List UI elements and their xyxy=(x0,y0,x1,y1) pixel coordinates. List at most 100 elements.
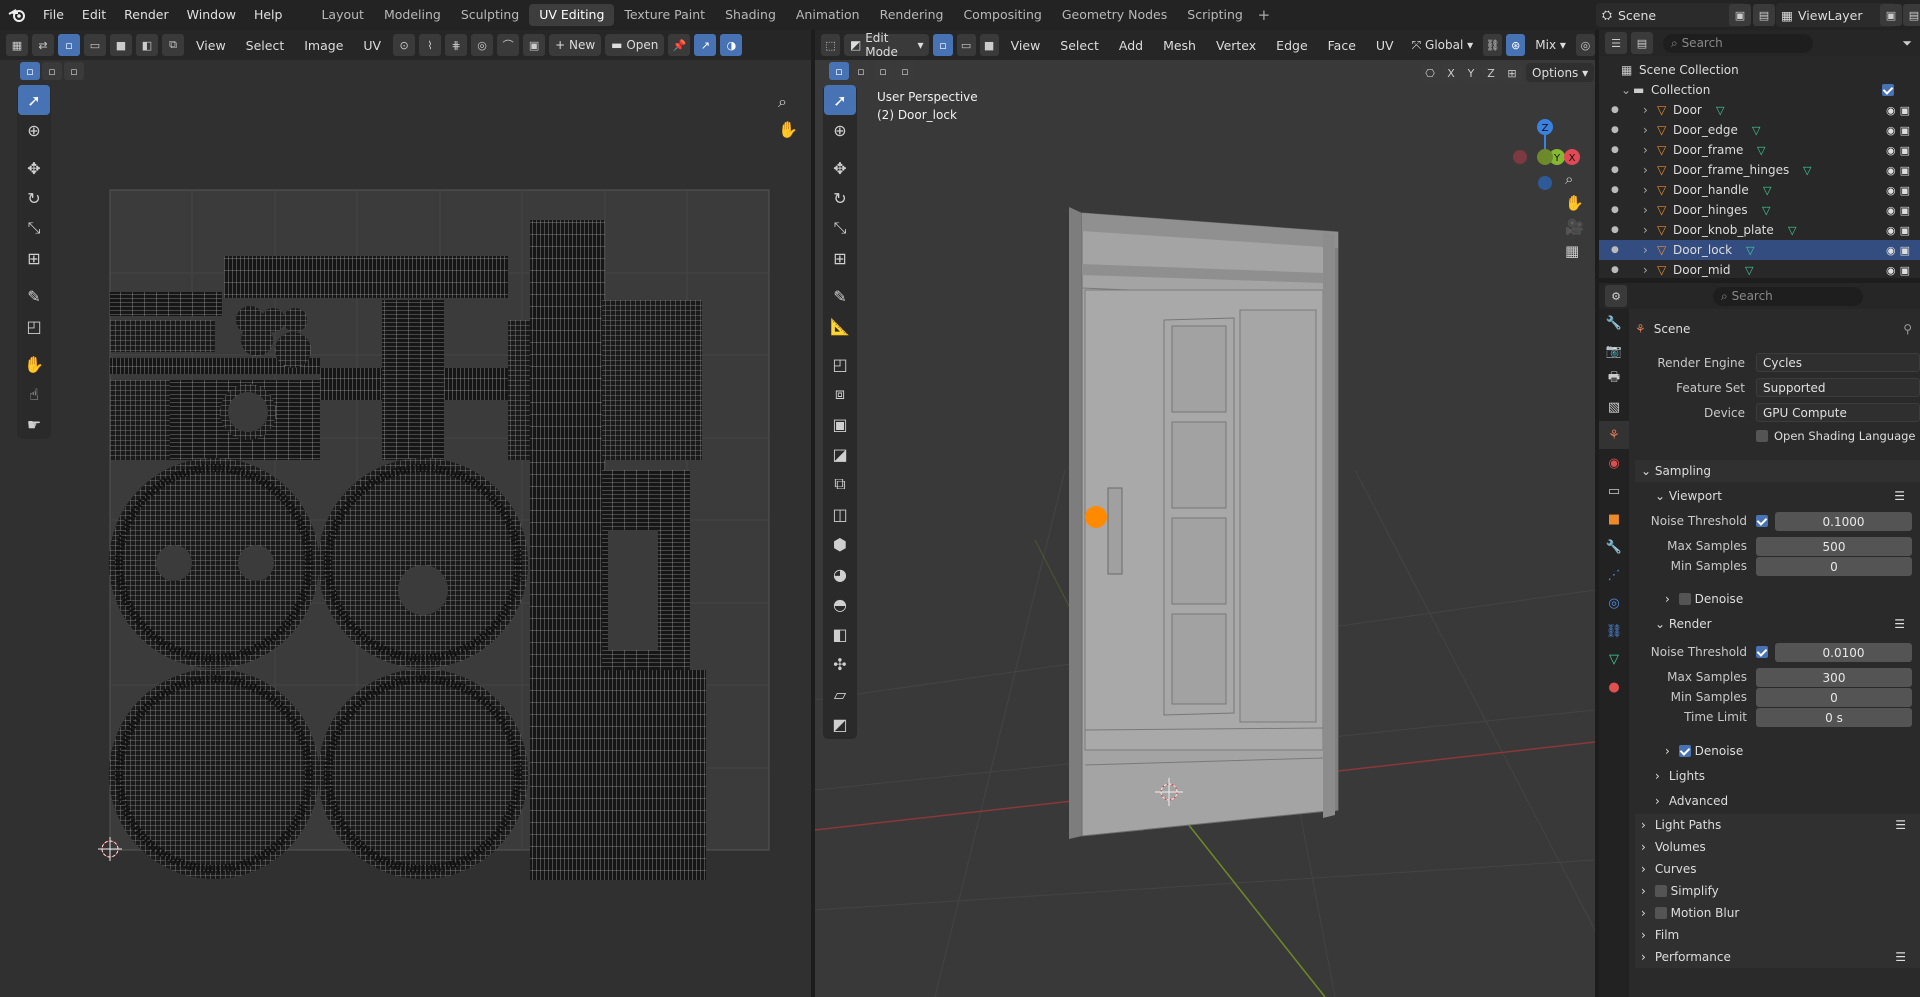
properties-editor-type-icon[interactable]: ⚙ xyxy=(1605,285,1627,307)
object-tab-icon[interactable]: ■ xyxy=(1599,505,1629,533)
door-model[interactable] xyxy=(1069,207,1339,839)
spin-tool-icon[interactable]: ◕ xyxy=(824,559,856,589)
panel-simplify[interactable]: › Simplify xyxy=(1635,880,1920,902)
render-denoise-checkbox[interactable] xyxy=(1678,745,1691,757)
view-layer-selector[interactable]: ▦ ViewLayer xyxy=(1776,3,1896,27)
vp-pan-icon[interactable]: ✋ xyxy=(1565,194,1584,212)
mesh-data-icon[interactable]: ▽ xyxy=(1788,224,1796,237)
data-tab-icon[interactable]: ▽ xyxy=(1599,645,1629,673)
vertex-mode-icon[interactable]: ▫ xyxy=(933,34,953,56)
eye-camera-icons[interactable]: ◉▣ xyxy=(1886,204,1914,217)
tab-sculpting[interactable]: Sculpting xyxy=(451,4,529,26)
panel-checkbox[interactable] xyxy=(1654,885,1667,897)
visibility-dot-icon[interactable]: ● xyxy=(1611,245,1619,255)
menu-file[interactable]: File xyxy=(34,0,73,30)
tab-modeling[interactable]: Modeling xyxy=(374,4,451,26)
device-dropdown[interactable]: GPU Compute xyxy=(1756,403,1920,422)
loop-cut-tool-icon[interactable]: ⧉ xyxy=(824,469,856,499)
collection-tab-icon[interactable]: ▭ xyxy=(1599,477,1629,505)
render-tab-icon[interactable]: 📷 xyxy=(1599,337,1629,365)
tab-uv-editing[interactable]: UV Editing xyxy=(529,4,615,26)
eye-camera-icons[interactable]: ◉▣ xyxy=(1886,164,1914,177)
list-icon[interactable]: ☰ xyxy=(1894,489,1905,503)
camera-view-icon[interactable]: 🎥 xyxy=(1565,218,1584,236)
visibility-dot-icon[interactable]: ● xyxy=(1611,225,1619,235)
lights-subpanel-header[interactable]: › Lights xyxy=(1649,765,1919,787)
mesh-data-icon[interactable]: ▽ xyxy=(1745,264,1753,277)
vp-select-subtract-icon[interactable]: ▫ xyxy=(873,62,893,80)
new-scene-icon[interactable]: ▣ xyxy=(1729,4,1751,26)
visibility-dot-icon[interactable]: ● xyxy=(1611,125,1619,135)
feature-set-dropdown[interactable]: Supported xyxy=(1756,378,1920,397)
poly-build-tool-icon[interactable]: ⬢ xyxy=(824,529,856,559)
material-tab-icon[interactable]: ● xyxy=(1599,673,1629,701)
eye-camera-icons[interactable]: ◉▣ xyxy=(1886,104,1914,117)
panel-volumes[interactable]: › Volumes xyxy=(1635,836,1920,858)
list-icon[interactable]: ☰ xyxy=(1894,617,1905,631)
mesh-data-icon[interactable]: ▽ xyxy=(1763,184,1771,197)
vp-menu-uv[interactable]: UV xyxy=(1368,38,1402,53)
mesh-data-icon[interactable]: ▽ xyxy=(1762,204,1770,217)
vp-measure-tool-icon[interactable]: 📐 xyxy=(824,311,856,341)
vp-scale-tool-icon[interactable]: ⤡ xyxy=(824,213,856,243)
tab-texture-paint[interactable]: Texture Paint xyxy=(614,4,715,26)
mirror-y-toggle[interactable]: Y xyxy=(1462,64,1480,82)
filter-icon[interactable]: ⏷ xyxy=(1902,36,1912,51)
outliner-item-door-frame[interactable]: ● › ▽ Door_frame ◉▣ ▽ xyxy=(1599,140,1920,160)
vp-select-extend-icon[interactable]: ▫ xyxy=(851,62,871,80)
view-layer-tab-icon[interactable]: ▧ xyxy=(1599,393,1629,421)
vp-transform-tool-icon[interactable]: ⊞ xyxy=(824,243,856,273)
mirror-z-toggle[interactable]: Z xyxy=(1482,64,1500,82)
vp-select-invert-icon[interactable]: ▫ xyxy=(895,62,915,80)
edge-slide-tool-icon[interactable]: ◧ xyxy=(824,619,856,649)
chevron-right-icon[interactable]: › xyxy=(1643,203,1648,217)
add-cube-tool-icon[interactable]: ◰ xyxy=(824,349,856,379)
collection-checkbox[interactable] xyxy=(1882,84,1894,96)
render-engine-dropdown[interactable]: Cycles xyxy=(1756,353,1920,372)
outliner-item-door-handle[interactable]: ● › ▽ Door_handle ◉▣ ▽ xyxy=(1599,180,1920,200)
mesh-data-icon[interactable]: ▽ xyxy=(1757,144,1765,157)
snap-mode-dropdown[interactable]: Mix ▾ xyxy=(1529,34,1572,56)
mesh-data-icon[interactable]: ▽ xyxy=(1752,124,1760,137)
outliner-item-door-edge[interactable]: ● › ▽ Door_edge ◉▣ ▽ xyxy=(1599,120,1920,140)
tab-scripting[interactable]: Scripting xyxy=(1177,4,1253,26)
eye-camera-icons[interactable]: ◉▣ xyxy=(1886,184,1914,197)
scene-selector[interactable]: ⛭ Scene ⚲ xyxy=(1596,3,1746,27)
render-noise-field[interactable]: 0.0100 xyxy=(1775,643,1912,662)
vp-move-tool-icon[interactable]: ✥ xyxy=(824,153,856,183)
smooth-tool-icon[interactable]: ◓ xyxy=(824,589,856,619)
render-denoise-header[interactable]: › Denoise xyxy=(1661,740,1919,762)
constraints-tab-icon[interactable]: ⛓ xyxy=(1599,617,1629,645)
eye-camera-icons[interactable]: ◉▣ xyxy=(1886,144,1914,157)
output-tab-icon[interactable]: 🖶 xyxy=(1599,365,1629,393)
viewport-editor-type-icon[interactable]: ⬚ xyxy=(821,34,841,56)
osl-checkbox-row[interactable]: Open Shading Language xyxy=(1756,429,1916,443)
ortho-toggle-icon[interactable]: ▦ xyxy=(1565,242,1584,260)
pivot-point-icon[interactable]: ⛓ xyxy=(1483,34,1503,56)
visibility-dot-icon[interactable]: ● xyxy=(1611,205,1619,215)
viewport-subpanel-header[interactable]: ⌄ Viewport ☰ xyxy=(1649,485,1919,507)
outliner-item-door[interactable]: ● › ▽ Door ◉▣ ▽ xyxy=(1599,100,1920,120)
outliner-collection[interactable]: ⌄ ▬ Collection xyxy=(1599,80,1920,100)
tab-compositing[interactable]: Compositing xyxy=(953,4,1051,26)
tab-geometry-nodes[interactable]: Geometry Nodes xyxy=(1052,4,1177,26)
mesh-data-icon[interactable]: ▽ xyxy=(1803,164,1811,177)
advanced-subpanel-header[interactable]: › Advanced xyxy=(1649,790,1919,812)
particles-tab-icon[interactable]: ⋰ xyxy=(1599,561,1629,589)
viewport-min-field[interactable]: 0 xyxy=(1756,557,1912,576)
shrink-fatten-tool-icon[interactable]: ✣ xyxy=(824,649,856,679)
blender-logo-icon[interactable] xyxy=(0,0,34,30)
outliner-item-door-hinges[interactable]: ● › ▽ Door_hinges ◉▣ ▽ xyxy=(1599,200,1920,220)
chevron-right-icon[interactable]: › xyxy=(1643,103,1648,117)
eye-camera-icons[interactable]: ◉▣ xyxy=(1886,244,1914,257)
mesh-data-icon[interactable]: ▽ xyxy=(1746,244,1754,257)
vp-menu-add[interactable]: Add xyxy=(1111,38,1151,53)
vp-zoom-icon[interactable]: ⌕ xyxy=(1565,170,1584,188)
mirror-icon[interactable]: ⎔ xyxy=(1420,64,1440,82)
snap-toggle-icon[interactable]: ⊛ xyxy=(1506,34,1526,56)
vp-menu-select[interactable]: Select xyxy=(1052,38,1107,53)
uv-canvas[interactable] xyxy=(0,30,811,997)
chevron-right-icon[interactable]: › xyxy=(1643,163,1648,177)
menu-window[interactable]: Window xyxy=(178,0,245,30)
vp-menu-mesh[interactable]: Mesh xyxy=(1155,38,1204,53)
